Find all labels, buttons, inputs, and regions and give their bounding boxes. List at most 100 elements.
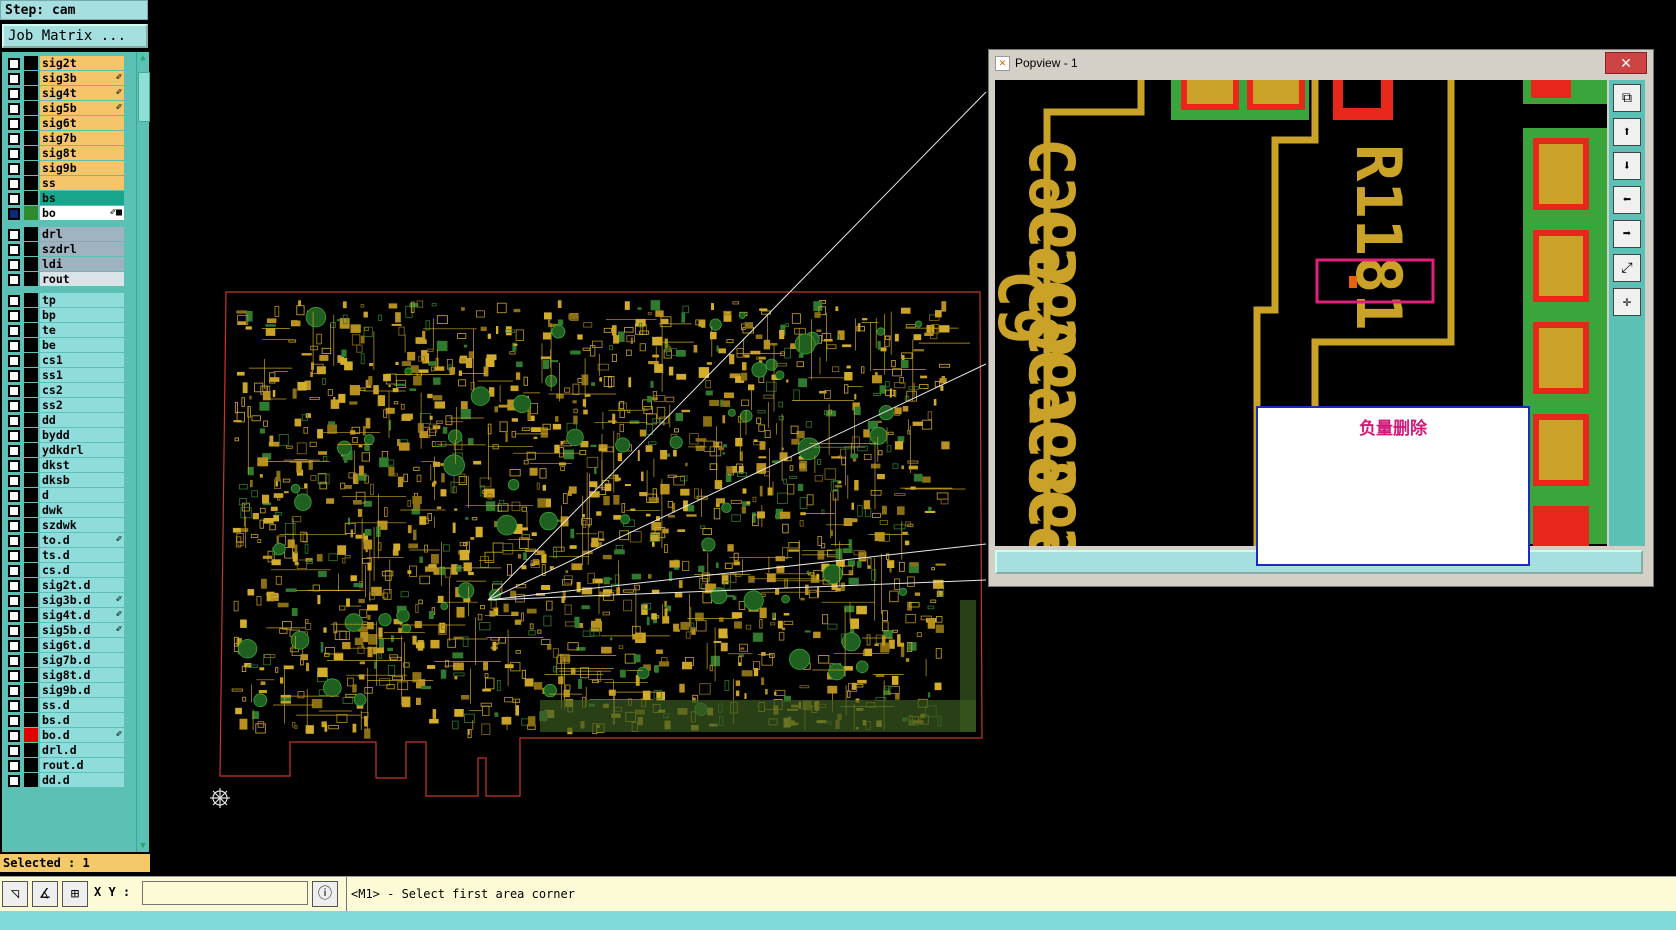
layer-checkbox[interactable] — [8, 460, 20, 472]
layer-row-dksb[interactable]: dksb — [6, 473, 124, 487]
layer-color-swatch[interactable] — [24, 638, 38, 652]
layer-row-dd[interactable]: dd — [6, 413, 124, 427]
layer-color-swatch[interactable] — [24, 146, 38, 160]
layer-color-swatch[interactable] — [24, 518, 38, 532]
layer-checkbox[interactable] — [8, 148, 20, 160]
layer-row-ydkdrl[interactable]: ydkdrl — [6, 443, 124, 457]
layer-color-swatch[interactable] — [24, 56, 38, 70]
layer-name[interactable]: cs2 — [40, 383, 124, 397]
layer-row-to-d[interactable]: to.d ✐ — [6, 533, 124, 547]
layer-list-scrollbar[interactable]: ▲ ▼ — [136, 52, 150, 852]
layer-name[interactable]: be — [40, 338, 124, 352]
layer-color-swatch[interactable] — [24, 713, 38, 727]
layer-row-rout-d[interactable]: rout.d — [6, 758, 124, 772]
layer-checkbox[interactable] — [8, 73, 20, 85]
layer-checkbox[interactable] — [8, 490, 20, 502]
layer-row-cs2[interactable]: cs2 — [6, 383, 124, 397]
layer-color-swatch[interactable] — [24, 623, 38, 637]
layer-checkbox[interactable] — [8, 625, 20, 637]
layer-name[interactable]: dd.d — [40, 773, 124, 787]
layer-color-swatch[interactable] — [24, 758, 38, 772]
layer-color-swatch[interactable] — [24, 593, 38, 607]
layer-color-swatch[interactable] — [24, 383, 38, 397]
layer-name[interactable]: sig4t ✐ — [40, 86, 124, 100]
layer-row-rout[interactable]: rout — [6, 272, 124, 286]
layer-row-dkst[interactable]: dkst — [6, 458, 124, 472]
layer-name[interactable]: sig5b ✐ — [40, 101, 124, 115]
close-icon[interactable]: ✕ — [1605, 52, 1647, 74]
layer-name[interactable]: sig9b.d — [40, 683, 124, 697]
layer-color-swatch[interactable] — [24, 86, 38, 100]
layer-row-bo[interactable]: bo ✐■ — [6, 206, 124, 220]
layer-name[interactable]: sig7b.d — [40, 653, 124, 667]
layer-checkbox[interactable] — [8, 58, 20, 70]
layer-checkbox[interactable] — [8, 715, 20, 727]
layer-row-sig3b[interactable]: sig3b ✐ — [6, 71, 124, 85]
layer-name[interactable]: dksb — [40, 473, 124, 487]
layer-name[interactable]: ldi — [40, 257, 124, 271]
measure-icon[interactable]: ∡ — [32, 881, 58, 907]
layer-row-ts-d[interactable]: ts.d — [6, 548, 124, 562]
layer-row-sig2t[interactable]: sig2t — [6, 56, 124, 70]
layer-name[interactable]: sig2t — [40, 56, 124, 70]
layer-name[interactable]: drl.d — [40, 743, 124, 757]
layer-checkbox[interactable] — [8, 550, 20, 562]
layer-row-sig8t-d[interactable]: sig8t.d — [6, 668, 124, 682]
layer-checkbox[interactable] — [8, 229, 20, 241]
layer-color-swatch[interactable] — [24, 773, 38, 787]
layer-checkbox[interactable] — [8, 193, 20, 205]
layer-row-tp[interactable]: tp — [6, 293, 124, 307]
layer-row-cs1[interactable]: cs1 — [6, 353, 124, 367]
layer-name[interactable]: sig5b.d ✐ — [40, 623, 124, 637]
layer-color-swatch[interactable] — [24, 161, 38, 175]
layer-color-swatch[interactable] — [24, 71, 38, 85]
layer-color-swatch[interactable] — [24, 272, 38, 286]
layer-row-sig7b-d[interactable]: sig7b.d — [6, 653, 124, 667]
layer-row-sig6t[interactable]: sig6t — [6, 116, 124, 130]
scroll-down-icon[interactable]: ▼ — [137, 840, 149, 852]
layer-name[interactable]: bydd — [40, 428, 124, 442]
layer-name[interactable]: sig6t.d — [40, 638, 124, 652]
xy-input[interactable] — [142, 881, 308, 905]
layer-row-d[interactable]: d — [6, 488, 124, 502]
layer-color-swatch[interactable] — [24, 176, 38, 190]
layer-color-swatch[interactable] — [24, 293, 38, 307]
layer-checkbox[interactable] — [8, 163, 20, 175]
layer-row-ss[interactable]: ss — [6, 176, 124, 190]
layer-color-swatch[interactable] — [24, 533, 38, 547]
layer-row-ss1[interactable]: ss1 — [6, 368, 124, 382]
layer-checkbox[interactable] — [8, 208, 20, 220]
pan-right-icon[interactable]: ➡ — [1613, 220, 1641, 248]
layer-checkbox[interactable] — [8, 355, 20, 367]
layer-checkbox[interactable] — [8, 595, 20, 607]
layer-color-swatch[interactable] — [24, 668, 38, 682]
layer-row-sig9b-d[interactable]: sig9b.d — [6, 683, 124, 697]
zoom-window-icon[interactable]: ⧉ — [1613, 84, 1641, 112]
layer-row-bp[interactable]: bp — [6, 308, 124, 322]
layer-color-swatch[interactable] — [24, 653, 38, 667]
layer-name[interactable]: szdwk — [40, 518, 124, 532]
layer-checkbox[interactable] — [8, 259, 20, 271]
layer-row-bs[interactable]: bs — [6, 191, 124, 205]
scroll-thumb[interactable] — [138, 72, 150, 122]
layer-name[interactable]: cs.d — [40, 563, 124, 577]
layer-row-bydd[interactable]: bydd — [6, 428, 124, 442]
layer-name[interactable]: sig9b — [40, 161, 124, 175]
layer-checkbox[interactable] — [8, 88, 20, 100]
layer-checkbox[interactable] — [8, 295, 20, 307]
layer-name[interactable]: sig2t.d — [40, 578, 124, 592]
layer-checkbox[interactable] — [8, 640, 20, 652]
layer-name[interactable]: sig8t — [40, 146, 124, 160]
layer-color-swatch[interactable] — [24, 413, 38, 427]
pan-up-icon[interactable]: ⬆ — [1613, 118, 1641, 146]
grid-icon[interactable]: ⊞ — [62, 881, 88, 907]
layer-checkbox[interactable] — [8, 700, 20, 712]
layer-color-swatch[interactable] — [24, 473, 38, 487]
layer-row-sig4t[interactable]: sig4t ✐ — [6, 86, 124, 100]
layer-row-sig3b-d[interactable]: sig3b.d ✐ — [6, 593, 124, 607]
layer-color-swatch[interactable] — [24, 131, 38, 145]
layer-checkbox[interactable] — [8, 415, 20, 427]
layer-name[interactable]: dwk — [40, 503, 124, 517]
layer-checkbox[interactable] — [8, 745, 20, 757]
layer-name[interactable]: sig8t.d — [40, 668, 124, 682]
